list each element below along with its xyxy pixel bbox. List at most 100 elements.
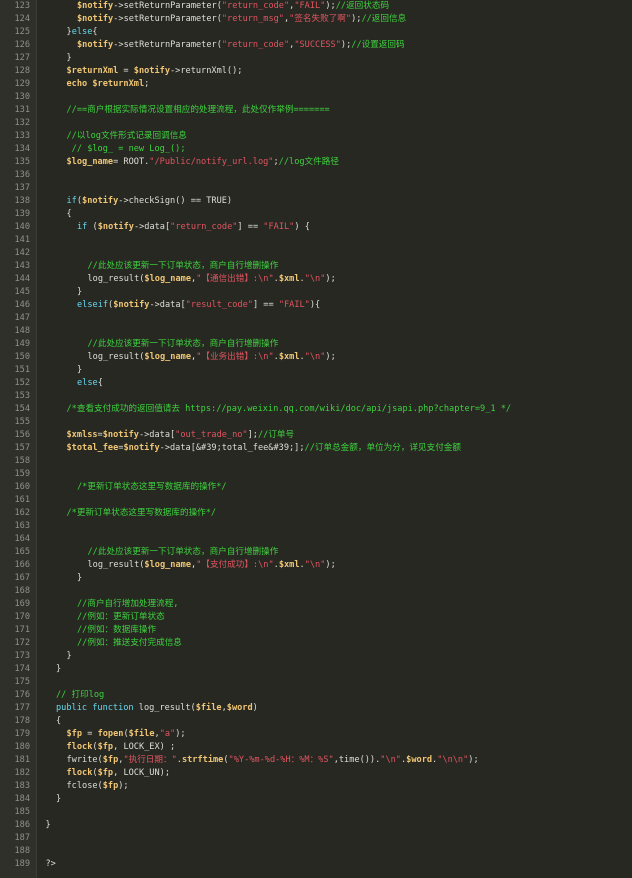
code-line[interactable]: 163 [0, 520, 632, 533]
code-line[interactable]: 176 // 打印log [0, 689, 632, 702]
code-line[interactable]: 177 public function log_result($file,$wor… [0, 702, 632, 715]
line-number: 153 [14, 391, 30, 401]
line-number: 180 [14, 742, 30, 752]
code-line[interactable]: 170 //例如：更新订单状态 [0, 611, 632, 624]
code-line[interactable]: 126 $notify->setReturnParameter("return_c… [0, 39, 632, 52]
code-line[interactable]: 186} [0, 819, 632, 832]
code-token: // $log_ = new Log_(); [66, 144, 186, 154]
code-line[interactable]: 125}else{ [0, 26, 632, 39]
code-line[interactable]: 144 log_result($log_name,"【通信出错】:\n".$xml… [0, 273, 632, 286]
code-line[interactable]: 179 $fp = fopen($file,"a"); [0, 728, 632, 741]
code-line[interactable]: 173} [0, 650, 632, 663]
code-line[interactable]: 123 $notify->setReturnParameter("return_c… [0, 0, 632, 13]
code-line[interactable]: 184} [0, 793, 632, 806]
code-line[interactable]: 182 flock($fp, LOCK_UN); [0, 767, 632, 780]
code-line[interactable]: 127} [0, 52, 632, 65]
line-text: public function log_result($file,$word) [56, 702, 258, 715]
code-token: flock [66, 768, 93, 778]
code-line[interactable]: 140 if ($notify->data["return_code"] == "… [0, 221, 632, 234]
code-line[interactable]: 157 $total_fee=$notify->data[&#39;total_f… [0, 442, 632, 455]
code-token: "return_code" [170, 222, 238, 232]
code-line[interactable]: 132 [0, 117, 632, 130]
code-line[interactable]: 131 //==商户根据实际情况设置相应的处理流程，此处仅作举例======= [0, 104, 632, 117]
code-line[interactable]: 189 ?> [0, 858, 632, 871]
code-line[interactable]: 139 { [0, 208, 632, 221]
code-line[interactable]: 166 log_result($log_name,"【支付成功】:\n".$xml… [0, 559, 632, 572]
code-line[interactable]: 134 // $log_ = new Log_(); [0, 143, 632, 156]
code-line[interactable]: 152 else{ [0, 377, 632, 390]
line-text: fclose($fp); [67, 780, 129, 793]
code-token: $file [195, 703, 222, 713]
code-line[interactable]: 169 //商户自行增加处理流程, [0, 598, 632, 611]
code-line[interactable]: 143 //此处应该更新一下订单状态，商户自行增删操作 [0, 260, 632, 273]
code-line[interactable]: 160 /*更新订单状态这里写数据库的操作*/ [0, 481, 632, 494]
code-line[interactable]: 142 [0, 247, 632, 260]
line-number: 175 [14, 677, 30, 687]
code-line[interactable]: 187 [0, 832, 632, 845]
code-line[interactable]: 188 [0, 845, 632, 858]
line-text: $fp = fopen($file,"a"); [67, 728, 186, 741]
code-line[interactable]: 172 //例如：推送支付完成信息 [0, 637, 632, 650]
code-line[interactable]: 130 [0, 91, 632, 104]
code-line[interactable]: 153 [0, 390, 632, 403]
line-text: //例如：更新订单状态 [77, 611, 165, 624]
line-number: 146 [14, 300, 30, 310]
line-number: 181 [14, 755, 30, 765]
code-line[interactable]: 161 [0, 494, 632, 507]
code-line[interactable]: 181 fwrite($fp,"执行日期：".strftime("%Y-%m-%d… [0, 754, 632, 767]
code-line[interactable]: 146 elseif($notify->data["result_code"] =… [0, 299, 632, 312]
code-token: ] == [237, 222, 264, 232]
code-line[interactable]: 156 $xmlss=$notify->data["out_trade_no"];… [0, 429, 632, 442]
code-token: ); [325, 274, 336, 284]
code-line[interactable]: 171 //例如：数据库操作 [0, 624, 632, 637]
code-line[interactable]: 158 [0, 455, 632, 468]
code-line[interactable]: 167} [0, 572, 632, 585]
code-token: //此处应该更新一下订单状态，商户自行增删操作 [87, 547, 279, 557]
code-token: echo [66, 79, 93, 89]
code-line[interactable]: 149 //此处应该更新一下订单状态，商户自行增删操作 [0, 338, 632, 351]
code-token: //返回状态码 [335, 1, 390, 11]
code-line[interactable]: 124 $notify->setReturnParameter("return_m… [0, 13, 632, 26]
code-line[interactable]: 174} [0, 663, 632, 676]
line-text: if ($notify->data["return_code"] == "FAI… [77, 221, 310, 234]
code-line[interactable]: 178 { [0, 715, 632, 728]
code-line[interactable]: 141 [0, 234, 632, 247]
code-line[interactable]: 147 [0, 312, 632, 325]
line-text: { [67, 208, 72, 221]
code-token: ); [340, 40, 352, 50]
code-line[interactable]: 129 echo $returnXml; [0, 78, 632, 91]
code-token: ; [144, 79, 150, 89]
code-line[interactable]: 175 [0, 676, 632, 689]
code-token: "签名失败了啊" [289, 14, 352, 24]
code-line[interactable]: 155 [0, 416, 632, 429]
code-line[interactable]: 151} [0, 364, 632, 377]
code-token: { [92, 27, 98, 37]
line-text: /*更新订单状态这里写数据库的操作*/ [67, 507, 217, 520]
code-line[interactable]: 150 log_result($log_name,"【业务出错】:\n".$xml… [0, 351, 632, 364]
code-line[interactable]: 135 $log_name= ROOT."/Public/notify_url.l… [0, 156, 632, 169]
code-line[interactable]: 165 //此处应该更新一下订单状态，商户自行增删操作 [0, 546, 632, 559]
code-line[interactable]: 183 fclose($fp); [0, 780, 632, 793]
code-line[interactable]: 145} [0, 286, 632, 299]
code-line[interactable]: 164 [0, 533, 632, 546]
code-line[interactable]: 162 /*更新订单状态这里写数据库的操作*/ [0, 507, 632, 520]
code-line[interactable]: 154 /*查看支付成功的返回值请去 https://pay.weixin.qq.… [0, 403, 632, 416]
code-line[interactable]: 180 flock($fp, LOCK_EX) ; [0, 741, 632, 754]
code-line[interactable]: 138 if($notify->checkSign() == TRUE) [0, 195, 632, 208]
line-number: 167 [14, 573, 30, 583]
code-line[interactable]: 185 [0, 806, 632, 819]
code-line[interactable]: 137 [0, 182, 632, 195]
line-text: } [67, 52, 72, 65]
code-token: ); [325, 352, 336, 362]
code-line[interactable]: 168 [0, 585, 632, 598]
code-line[interactable]: 128 $returnXml = $notify->returnXml(); [0, 65, 632, 78]
code-editor[interactable]: 123 $notify->setReturnParameter("return_c… [0, 0, 632, 878]
code-line[interactable]: 159 [0, 468, 632, 481]
line-text: //例如：数据库操作 [77, 624, 156, 637]
code-line[interactable]: 133 //以log文件形式记录回调信息 [0, 130, 632, 143]
line-number: 183 [14, 781, 30, 791]
line-number: 178 [14, 716, 30, 726]
code-token: //订单号 [257, 430, 295, 440]
code-line[interactable]: 136 [0, 169, 632, 182]
code-line[interactable]: 148 [0, 325, 632, 338]
